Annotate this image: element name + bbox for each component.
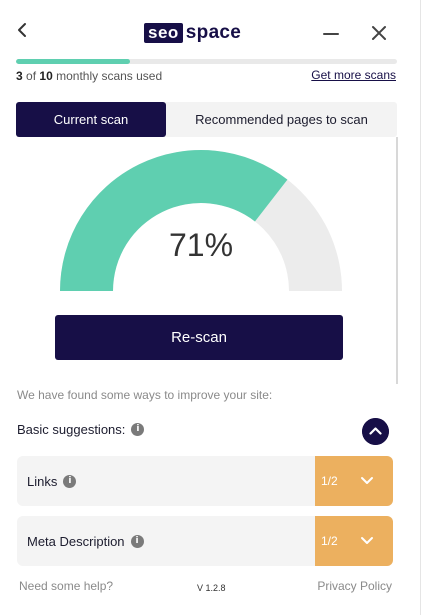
seospace-logo: seo space	[144, 22, 241, 44]
rescan-button[interactable]: Re-scan	[55, 315, 343, 360]
tab-current-scan[interactable]: Current scan	[16, 102, 166, 137]
scrollbar[interactable]	[396, 137, 398, 384]
collapse-chevron-up-icon[interactable]	[362, 418, 389, 445]
gauge-fill	[60, 150, 288, 291]
basic-suggestions-heading: Basic suggestions: i	[17, 422, 145, 437]
minimize-icon[interactable]	[322, 23, 340, 43]
get-more-scans-link[interactable]: Get more scans	[311, 68, 396, 82]
basic-suggestions-label: Basic suggestions:	[17, 422, 126, 437]
scans-used-count: 3	[16, 69, 23, 83]
version-label: V 1.2.8	[197, 583, 226, 593]
close-icon[interactable]	[370, 24, 388, 42]
info-icon[interactable]: i	[63, 474, 77, 488]
logo-box: seo	[144, 23, 183, 43]
chevron-down-icon	[360, 477, 373, 484]
suggestion-score-toggle[interactable]: 1/2	[315, 516, 393, 566]
scans-used-text: 3 of 10 monthly scans used	[16, 69, 162, 83]
tab-recommended-pages[interactable]: Recommended pages to scan	[166, 102, 397, 137]
suggestion-score: 1/2	[321, 534, 338, 548]
scans-progress-bar	[16, 59, 397, 64]
suggestion-score-toggle[interactable]: 1/2	[315, 456, 393, 506]
score-gauge	[60, 150, 342, 291]
suggestion-label: Links	[27, 473, 58, 489]
back-arrow-icon[interactable]	[14, 20, 32, 40]
logo-text: space	[185, 22, 242, 43]
scans-suffix: monthly scans used	[56, 69, 163, 83]
score-value: 71%	[168, 227, 234, 263]
scan-tabs: Current scan Recommended pages to scan	[16, 102, 397, 137]
help-link[interactable]: Need some help?	[19, 579, 113, 593]
scans-of-label: of	[26, 69, 37, 83]
suggestion-row-links[interactable]: Links i 1/2	[17, 456, 393, 506]
improvements-intro: We have found some ways to improve your …	[17, 388, 273, 402]
scans-total-count: 10	[39, 69, 53, 83]
privacy-policy-link[interactable]: Privacy Policy	[317, 579, 392, 593]
extension-panel: seo space 3 of 10 monthly scans used Get…	[0, 0, 421, 615]
info-icon[interactable]: i	[130, 534, 144, 548]
suggestion-row-meta-description[interactable]: Meta Description i 1/2	[17, 516, 393, 566]
suggestion-score: 1/2	[321, 474, 338, 488]
suggestion-label: Meta Description	[27, 533, 125, 549]
scans-progress-fill	[16, 59, 131, 64]
chevron-down-icon	[360, 537, 373, 544]
info-icon[interactable]: i	[131, 423, 145, 436]
